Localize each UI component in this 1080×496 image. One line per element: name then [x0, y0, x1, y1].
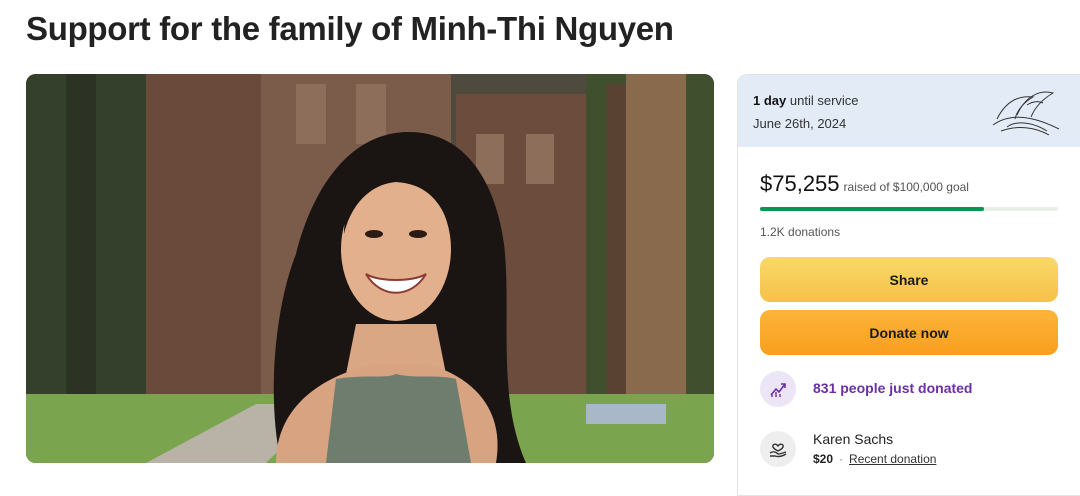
recent-donation-link[interactable]: Recent donation	[849, 452, 936, 466]
fundraiser-photo	[26, 74, 714, 463]
raised-summary: $75,255 raised of $100,000 goal	[760, 171, 969, 197]
donor-amount: $20	[813, 452, 834, 466]
service-suffix: until service	[789, 93, 859, 108]
lily-flower-icon	[992, 91, 1060, 136]
separator-dot: ·	[839, 452, 844, 466]
donor-meta: $20 · Recent donation	[813, 452, 936, 466]
service-days: 1 day	[753, 93, 787, 108]
donate-now-button[interactable]: Donate now	[760, 310, 1058, 355]
donor-name: Karen Sachs	[813, 431, 894, 447]
donations-count: 1.2K donations	[760, 225, 841, 239]
service-header: 1 day until service June 26th, 2024	[738, 75, 1080, 147]
service-countdown: 1 day until service	[753, 93, 859, 108]
page-title: Support for the family of Minh-Thi Nguye…	[26, 10, 674, 47]
donation-card: 1 day until service June 26th, 2024 $75,…	[737, 74, 1080, 496]
share-button[interactable]: Share	[760, 257, 1058, 302]
progress-fill	[760, 207, 984, 211]
recent-donations-text: 831 people just donated	[813, 380, 973, 396]
trending-up-icon	[760, 371, 796, 407]
service-date: June 26th, 2024	[753, 116, 847, 131]
progress-bar	[760, 207, 1058, 211]
raised-amount: $75,255	[760, 171, 840, 196]
heart-hand-icon	[760, 431, 796, 467]
raised-goal: raised of $100,000 goal	[843, 180, 969, 194]
